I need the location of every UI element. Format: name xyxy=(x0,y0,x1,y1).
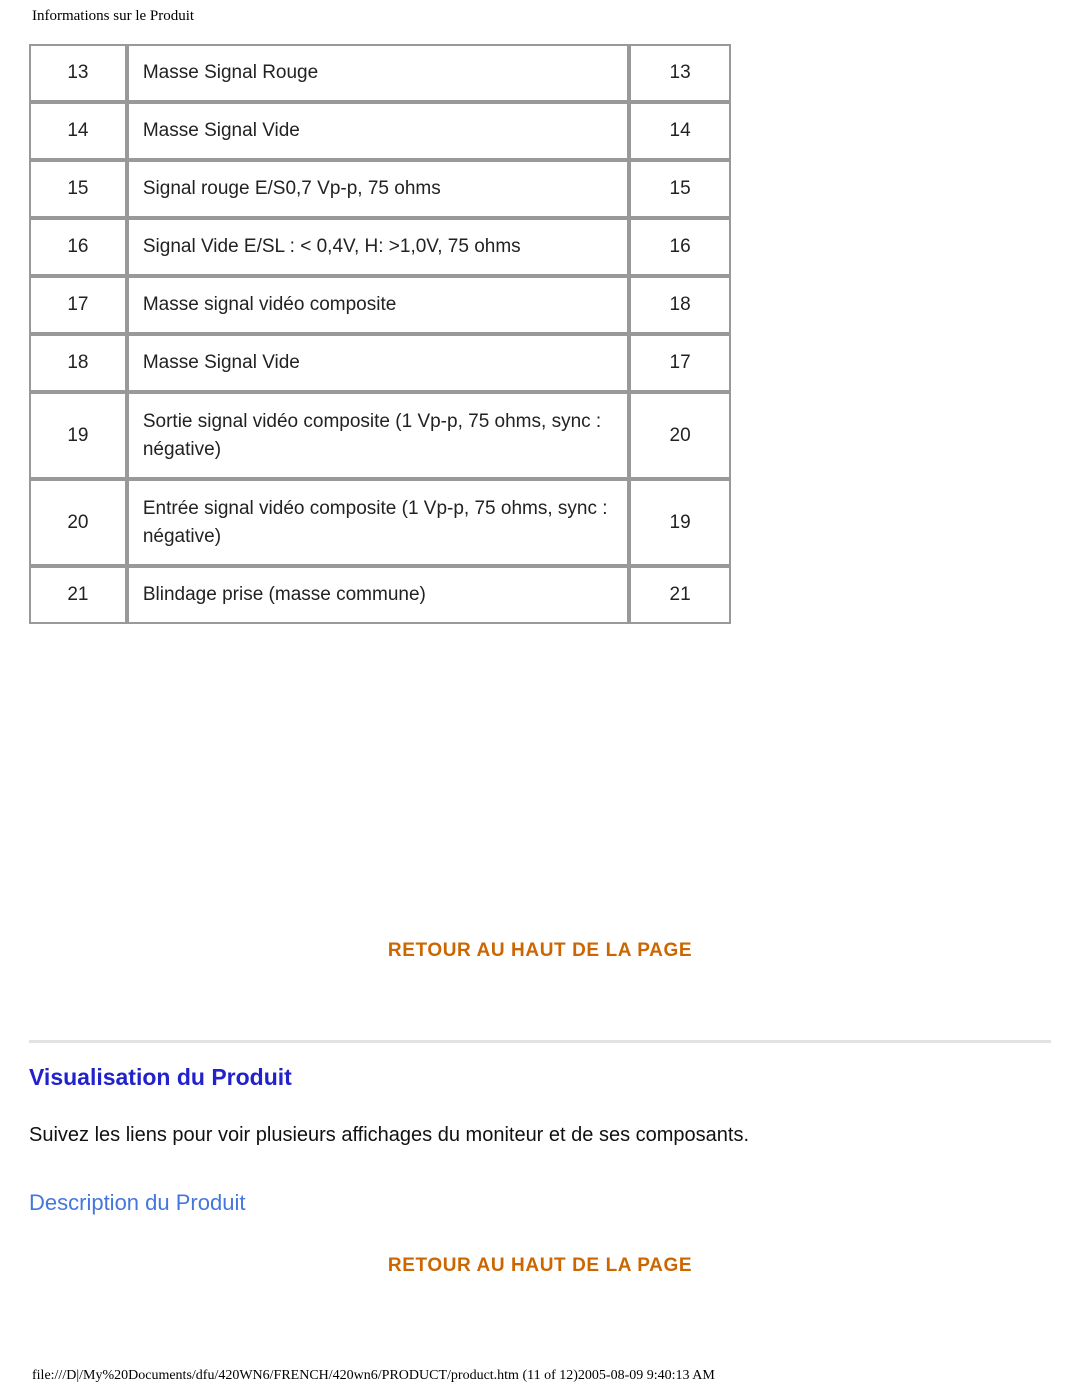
pin-number-alt-value: 17 xyxy=(669,352,691,373)
pin-number-cell: 20 xyxy=(29,479,127,567)
pin-description-value: Signal Vide E/SL : < 0,4V, H: >1,0V, 75 … xyxy=(142,236,521,258)
pin-description-cell: Masse signal vidéo composite xyxy=(126,276,630,334)
section-body-text: Suivez les liens pour voir plusieurs aff… xyxy=(29,1124,750,1146)
pin-description-value: Entrée signal vidéo composite (1 Vp-p, 7… xyxy=(142,498,608,547)
pin-number-alt-cell: 13 xyxy=(629,44,731,102)
pin-number-value: 21 xyxy=(67,584,89,606)
pin-number-cell: 16 xyxy=(29,218,127,276)
pin-number-alt-value: 19 xyxy=(669,511,691,533)
pin-number-alt-value: 13 xyxy=(669,62,691,83)
table-row: 15 Signal rouge E/S0,7 Vp-p, 75 ohms 15 xyxy=(29,160,731,218)
pin-number-value: 18 xyxy=(67,352,89,373)
table-row: 17 Masse signal vidéo composite 18 xyxy=(29,276,731,334)
pin-number-value: 20 xyxy=(67,511,89,533)
pin-number-alt-value: 14 xyxy=(669,120,691,141)
pin-number-cell: 17 xyxy=(29,276,127,334)
horizontal-divider xyxy=(29,1040,1051,1043)
pin-table-body: 13 Masse Signal Rouge 13 14 Masse Signal… xyxy=(29,44,731,625)
pin-number-alt-value: 15 xyxy=(669,178,691,199)
pin-description-cell: Masse Signal Rouge xyxy=(126,44,630,102)
pin-number-alt-value: 18 xyxy=(669,294,691,315)
pin-number-value: 14 xyxy=(67,120,89,141)
pin-description-cell: Signal rouge E/S0,7 Vp-p, 75 ohms xyxy=(126,160,630,218)
pin-number-value: 17 xyxy=(67,294,89,315)
pin-description-value: Sortie signal vidéo composite (1 Vp-p, 7… xyxy=(142,411,602,460)
back-to-top-link[interactable]: RETOUR AU HAUT DE LA PAGE xyxy=(0,940,1080,962)
page-header: Informations sur le Produit xyxy=(32,8,195,24)
table-row: 16 Signal Vide E/SL : < 0,4V, H: >1,0V, … xyxy=(29,218,731,276)
product-description-link[interactable]: Description du Produit xyxy=(29,1190,245,1216)
table-row: 18 Masse Signal Vide 17 xyxy=(29,334,731,392)
back-to-top-link[interactable]: RETOUR AU HAUT DE LA PAGE xyxy=(0,1255,1080,1277)
pin-number-cell: 21 xyxy=(29,566,127,625)
pin-number-alt-cell: 18 xyxy=(629,276,731,334)
pin-number-cell: 15 xyxy=(29,160,127,218)
table-row: 19 Sortie signal vidéo composite (1 Vp-p… xyxy=(29,392,731,480)
pin-description-cell: Masse Signal Vide xyxy=(126,102,630,160)
pin-description-value: Masse Signal Vide xyxy=(142,352,300,374)
table-row: 20 Entrée signal vidéo composite (1 Vp-p… xyxy=(29,479,731,567)
table-row: 21 Blindage prise (masse commune) 21 xyxy=(29,566,731,625)
pin-description-cell: Sortie signal vidéo composite (1 Vp-p, 7… xyxy=(126,392,630,480)
pin-number-cell: 18 xyxy=(29,334,127,392)
pin-number-alt-value: 20 xyxy=(669,424,691,446)
pin-description-value: Masse signal vidéo composite xyxy=(142,294,397,316)
pin-number-alt-cell: 17 xyxy=(629,334,731,392)
pin-number-alt-cell: 16 xyxy=(629,218,731,276)
section-title: Visualisation du Produit xyxy=(29,1064,292,1090)
pin-description-value: Blindage prise (masse commune) xyxy=(142,584,426,606)
pin-description-value: Signal rouge E/S0,7 Vp-p, 75 ohms xyxy=(142,178,441,200)
pin-number-alt-cell: 14 xyxy=(629,102,731,160)
pin-description-cell: Blindage prise (masse commune) xyxy=(126,566,630,625)
pin-number-cell: 14 xyxy=(29,102,127,160)
pin-description-cell: Signal Vide E/SL : < 0,4V, H: >1,0V, 75 … xyxy=(126,218,630,276)
pin-description-cell: Masse Signal Vide xyxy=(126,334,630,392)
pin-number-alt-cell: 15 xyxy=(629,160,731,218)
pin-number-alt-cell: 19 xyxy=(629,479,731,567)
pin-number-alt-value: 21 xyxy=(669,584,691,606)
pin-number-cell: 13 xyxy=(29,44,127,102)
pin-number-alt-value: 16 xyxy=(669,236,691,257)
pin-number-value: 13 xyxy=(67,62,89,83)
pin-number-alt-cell: 21 xyxy=(629,566,731,625)
pin-number-value: 15 xyxy=(67,178,89,199)
pin-assignment-table: 13 Masse Signal Rouge 13 14 Masse Signal… xyxy=(29,44,731,625)
footer-path: file:///D|/My%20Documents/dfu/420WN6/FRE… xyxy=(32,1368,715,1383)
pin-number-alt-cell: 20 xyxy=(629,392,731,480)
pin-number-value: 16 xyxy=(67,236,89,257)
pin-number-value: 19 xyxy=(67,424,89,446)
pin-number-cell: 19 xyxy=(29,392,127,480)
pin-description-value: Masse Signal Rouge xyxy=(142,62,319,84)
pin-description-cell: Entrée signal vidéo composite (1 Vp-p, 7… xyxy=(126,479,630,567)
table-row: 13 Masse Signal Rouge 13 xyxy=(29,44,731,102)
pin-description-value: Masse Signal Vide xyxy=(142,120,300,142)
table-row: 14 Masse Signal Vide 14 xyxy=(29,102,731,160)
